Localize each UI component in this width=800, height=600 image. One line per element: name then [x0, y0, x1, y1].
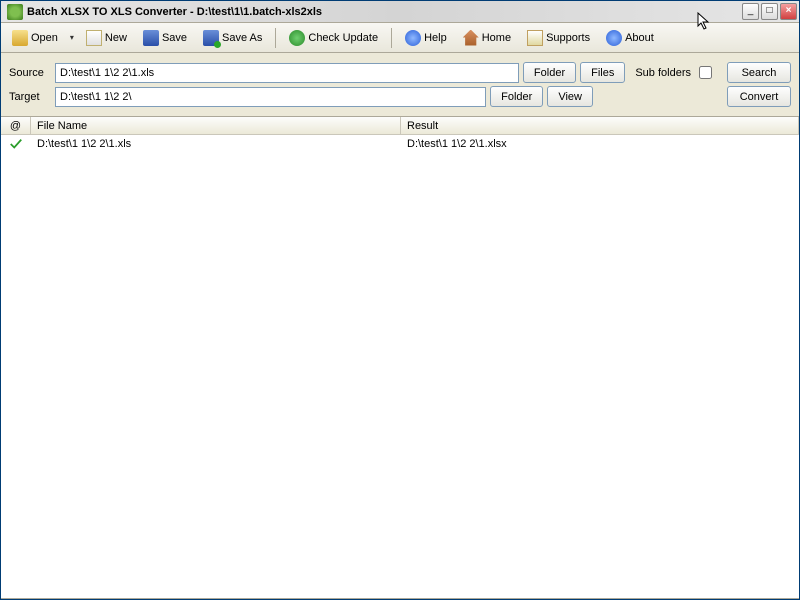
- title-bar: Batch XLSX TO XLS Converter - D:\test\1\…: [1, 1, 799, 23]
- check-update-label: Check Update: [308, 32, 378, 44]
- minimize-button[interactable]: _: [742, 3, 759, 20]
- window-title: Batch XLSX TO XLS Converter - D:\test\1\…: [27, 6, 322, 18]
- convert-button[interactable]: Convert: [727, 86, 791, 107]
- separator: [391, 28, 392, 48]
- source-folder-button[interactable]: Folder: [523, 62, 576, 83]
- check-update-button[interactable]: Check Update: [282, 26, 385, 50]
- close-button[interactable]: ×: [780, 3, 797, 20]
- file-name-cell: D:\test\1 1\2 2\1.xls: [31, 138, 401, 150]
- home-label: Home: [482, 32, 511, 44]
- toolbar: Open ▾ New Save Save As Check Update Hel…: [1, 23, 799, 53]
- col-status-header[interactable]: @: [1, 117, 31, 134]
- source-files-button[interactable]: Files: [580, 62, 625, 83]
- path-panel: Source Folder Files Sub folders Search T…: [1, 53, 799, 117]
- view-button[interactable]: View: [547, 86, 593, 107]
- save-button[interactable]: Save: [136, 26, 194, 50]
- help-icon: [405, 30, 421, 46]
- target-folder-button[interactable]: Folder: [490, 86, 543, 107]
- home-icon: [463, 30, 479, 46]
- about-button[interactable]: About: [599, 26, 661, 50]
- target-input[interactable]: [55, 87, 486, 107]
- home-button[interactable]: Home: [456, 26, 518, 50]
- open-icon: [12, 30, 28, 46]
- sub-folders-checkbox[interactable]: [699, 66, 712, 79]
- maximize-button[interactable]: □: [761, 3, 778, 20]
- table-row[interactable]: D:\test\1 1\2 2\1.xls D:\test\1 1\2 2\1.…: [1, 135, 799, 153]
- save-as-icon: [203, 30, 219, 46]
- result-cell: D:\test\1 1\2 2\1.xlsx: [401, 138, 799, 150]
- save-label: Save: [162, 32, 187, 44]
- source-row: Source Folder Files Sub folders Search: [9, 62, 791, 83]
- col-file-header[interactable]: File Name: [31, 117, 401, 134]
- save-as-label: Save As: [222, 32, 262, 44]
- open-button[interactable]: Open: [5, 26, 65, 50]
- about-icon: [606, 30, 622, 46]
- about-label: About: [625, 32, 654, 44]
- help-label: Help: [424, 32, 447, 44]
- source-label: Source: [9, 67, 51, 79]
- supports-button[interactable]: Supports: [520, 26, 597, 50]
- app-window: Batch XLSX TO XLS Converter - D:\test\1\…: [0, 0, 800, 600]
- supports-label: Supports: [546, 32, 590, 44]
- help-button[interactable]: Help: [398, 26, 454, 50]
- save-as-button[interactable]: Save As: [196, 26, 269, 50]
- sub-folders-wrap: Sub folders: [635, 63, 715, 82]
- separator: [275, 28, 276, 48]
- list-header: @ File Name Result: [1, 117, 799, 135]
- new-label: New: [105, 32, 127, 44]
- search-button[interactable]: Search: [727, 62, 791, 83]
- sub-folders-label: Sub folders: [635, 67, 691, 79]
- checkmark-icon: [9, 137, 23, 151]
- open-dropdown[interactable]: ▾: [67, 30, 77, 46]
- target-row: Target Folder View Convert: [9, 86, 791, 107]
- open-label: Open: [31, 32, 58, 44]
- app-icon: [7, 4, 23, 20]
- target-label: Target: [9, 91, 51, 103]
- source-input[interactable]: [55, 63, 519, 83]
- supports-icon: [527, 30, 543, 46]
- save-icon: [143, 30, 159, 46]
- new-icon: [86, 30, 102, 46]
- update-icon: [289, 30, 305, 46]
- list-body: D:\test\1 1\2 2\1.xls D:\test\1 1\2 2\1.…: [1, 135, 799, 599]
- col-result-header[interactable]: Result: [401, 117, 799, 134]
- new-button[interactable]: New: [79, 26, 134, 50]
